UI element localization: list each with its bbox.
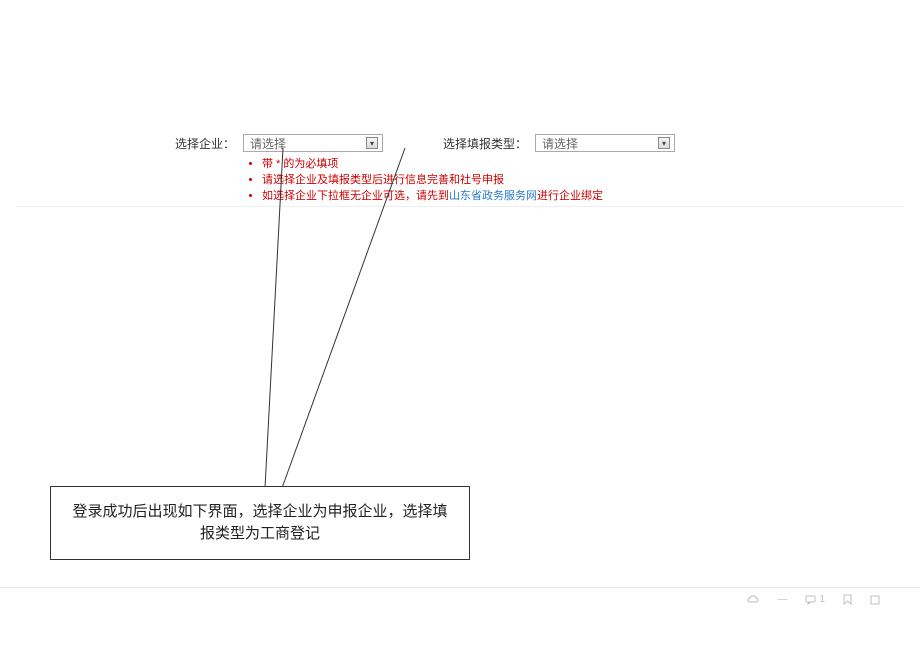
hint-required: 带 * 的为必填项: [262, 156, 603, 172]
expand-icon: [870, 595, 880, 605]
hint3-suffix: 进行企业绑定: [537, 190, 603, 202]
bookmark-icon: [843, 594, 852, 605]
type-label: 选择填报类型：: [443, 135, 527, 152]
comment-count: 1: [819, 594, 825, 605]
enterprise-group: 选择企业： 请选择 ▾: [175, 134, 383, 152]
callout-text: 登录成功后出现如下界面，选择企业为申报企业，选择填报类型为工商登记: [72, 503, 447, 542]
hints-list: 带 * 的为必填项 请选择企业及填报类型后进行信息完善和社号申报 如选择企业下拉…: [248, 156, 603, 204]
hint3-prefix: 如选择企业下拉框无企业可选，请先到: [262, 190, 449, 202]
type-select[interactable]: 请选择 ▾: [535, 134, 675, 152]
enterprise-select[interactable]: 请选择 ▾: [243, 134, 383, 152]
enterprise-select-text: 请选择: [250, 135, 366, 152]
type-group: 选择填报类型： 请选择 ▾: [443, 134, 675, 152]
divider: [16, 206, 904, 207]
dash-icon: —: [777, 594, 787, 605]
gov-service-link[interactable]: 山东省政务服务网: [449, 190, 537, 202]
cloud-icon: [747, 595, 759, 605]
form-row: 选择企业： 请选择 ▾ 选择填报类型： 请选择 ▾: [175, 134, 880, 152]
chevron-down-icon: ▾: [366, 137, 378, 149]
enterprise-label: 选择企业：: [175, 135, 235, 152]
chevron-down-icon: ▾: [658, 137, 670, 149]
hint-select-first: 请选择企业及填报类型后进行信息完善和社号申报: [262, 172, 603, 188]
instruction-callout: 登录成功后出现如下界面，选择企业为申报企业，选择填报类型为工商登记: [50, 486, 470, 560]
hint-bind-enterprise: 如选择企业下拉框无企业可选，请先到山东省政务服务网进行企业绑定: [262, 188, 603, 204]
comment-icon: 1: [805, 594, 825, 605]
footer-divider: [0, 587, 920, 588]
type-select-text: 请选择: [542, 135, 658, 152]
status-bar: — 1: [747, 594, 880, 605]
